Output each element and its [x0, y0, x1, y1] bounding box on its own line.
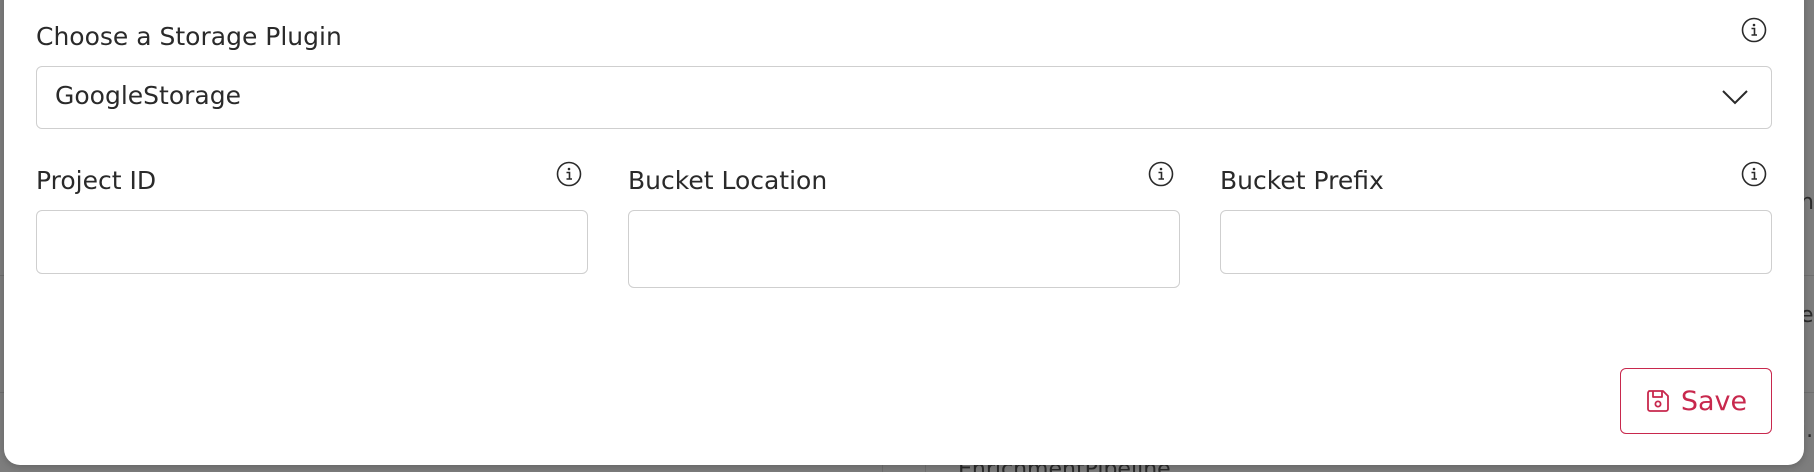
- bucket-prefix-input[interactable]: [1220, 210, 1772, 274]
- bucket-location-input[interactable]: [628, 210, 1180, 288]
- storage-plugin-select-value: GoogleStorage: [55, 81, 241, 110]
- project-id-input[interactable]: [36, 210, 588, 274]
- info-icon[interactable]: [1148, 161, 1174, 187]
- info-icon[interactable]: [1741, 17, 1767, 43]
- storage-plugin-modal: Choose a Storage Plugin GoogleStorage Pr…: [4, 0, 1804, 465]
- bucket-location-label: Bucket Location: [628, 166, 828, 195]
- chevron-down-icon: [1722, 90, 1748, 105]
- floppy-disk-icon: [1646, 390, 1669, 412]
- bucket-prefix-label: Bucket Prefix: [1220, 166, 1384, 195]
- save-button-label: Save: [1680, 385, 1748, 417]
- storage-plugin-select[interactable]: GoogleStorage: [36, 66, 1772, 129]
- info-icon[interactable]: [1741, 161, 1767, 187]
- plugin-select-label: Choose a Storage Plugin: [36, 22, 342, 51]
- info-icon[interactable]: [556, 161, 582, 187]
- project-id-label: Project ID: [36, 166, 157, 195]
- save-button[interactable]: Save: [1620, 368, 1772, 434]
